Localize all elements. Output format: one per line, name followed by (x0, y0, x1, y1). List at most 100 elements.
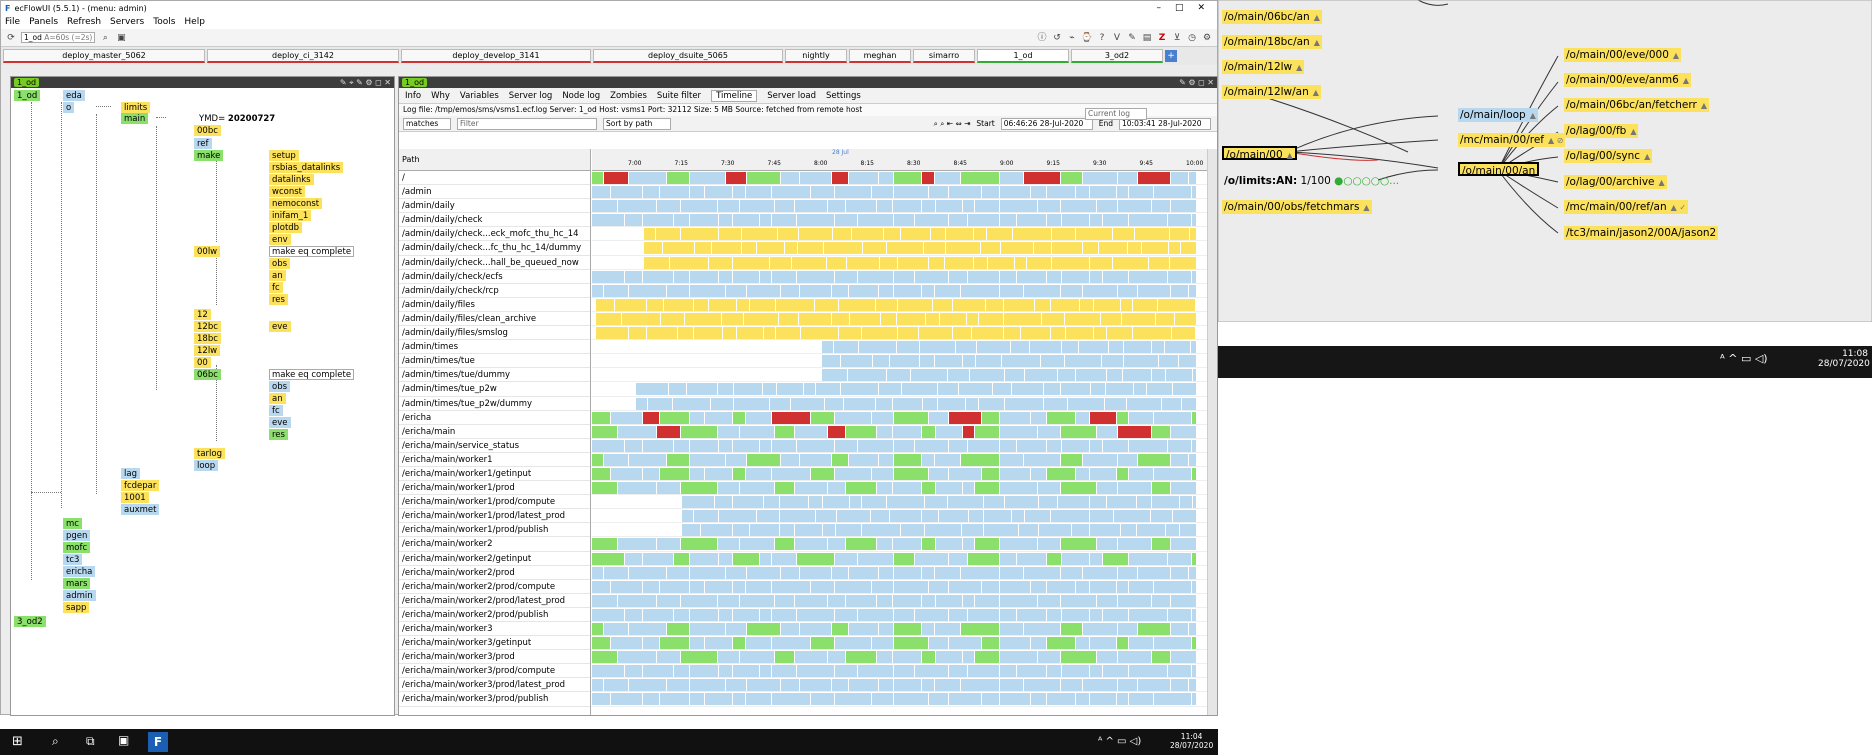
timeline-path-row[interactable]: /ericha/main/worker1 (399, 453, 590, 467)
timeline-path-row[interactable]: /ericha/main/worker3/getinput (399, 636, 590, 651)
timeline-path-row[interactable]: /admin/daily/check...fc_thu_hc_14/dummy (399, 241, 590, 256)
tree-node-fcdepar[interactable]: fcdepar (121, 480, 160, 491)
menu-help[interactable]: Help (184, 17, 205, 27)
graph-node-eve-000[interactable]: /o/main/00/eve/000 ▲ (1564, 48, 1682, 62)
tree-node-obs-2[interactable]: obs (269, 381, 291, 392)
timeline-path-row[interactable]: /admin/times (399, 340, 590, 355)
timeline-path-row[interactable]: /ericha (399, 411, 590, 425)
timeline-path-row[interactable]: /ericha/main/worker1/prod/publish (399, 523, 590, 538)
tree-node-rsbias-datalinks[interactable]: rsbias_datalinks (269, 162, 344, 173)
task-view-icon[interactable]: ⧉ (86, 734, 95, 749)
graph-node-fetchmars[interactable]: /o/main/00/obs/fetchmars ▲ (1222, 200, 1372, 214)
tree-node-pgen[interactable]: pgen (63, 530, 91, 541)
timeline-path-row[interactable]: /ericha/main/worker1/prod/latest_prod (399, 509, 590, 524)
tree-node-obs[interactable]: obs (269, 258, 291, 269)
tab-why[interactable]: Why (431, 91, 450, 101)
question-icon[interactable]: ? (1096, 32, 1108, 44)
tree-node-18bc[interactable]: 18bc (194, 333, 221, 344)
server-tab-deploy-develop[interactable]: deploy_develop_3141 (401, 49, 591, 63)
graph-node-jason2[interactable]: /tc3/main/jason2/00A/jason2 (1564, 226, 1719, 240)
graph-node-18bc-an[interactable]: /o/main/18bc/an ▲ (1222, 35, 1322, 49)
tree-node-fc-2[interactable]: fc (269, 405, 283, 416)
timeline-path-row[interactable]: /admin (399, 185, 590, 200)
timeline-path-row[interactable]: /admin/daily/files/clean_archive (399, 312, 590, 327)
tree-node-fc[interactable]: fc (269, 282, 283, 293)
timeline-path-row[interactable]: /ericha/main/worker2/prod/compute (399, 580, 590, 594)
tree-node-inifam[interactable]: inifam_1 (269, 210, 312, 221)
server-tab-1-od[interactable]: 1_od (977, 49, 1069, 63)
graph-node-eve-anm6[interactable]: /o/main/00/eve/anm6 ▲ (1564, 73, 1691, 87)
tree-node-make-eq-complete-2[interactable]: make eq complete (269, 369, 355, 380)
graph-limit-node[interactable]: /o/limits:AN: 1/100 ●○○○○○... (1222, 174, 1401, 188)
tab-variables[interactable]: Variables (460, 91, 499, 101)
graph-node-fetcherr[interactable]: /o/main/06bc/an/fetcherr ▲ (1564, 98, 1710, 112)
timeline-path-row[interactable]: / (399, 171, 590, 186)
timeline-path-row[interactable]: /ericha/main/worker1/getinput (399, 467, 590, 482)
tree-node-setup[interactable]: setup (269, 150, 299, 161)
tree-node-datalinks[interactable]: datalinks (269, 174, 314, 185)
timeline-path-row[interactable]: /admin/daily/check/ecfs (399, 270, 590, 284)
tree-node-an-2[interactable]: an (269, 393, 286, 404)
zoom-icon[interactable]: ⌕ ⌕ ⇤ ⇔ ⇥ (934, 119, 971, 129)
timeline-panel-controls[interactable]: ✎ ⚙ ◻ ✕ (1179, 78, 1214, 87)
timeline-path-row[interactable]: /admin/daily (399, 199, 590, 214)
tree-node-ericha[interactable]: ericha (63, 566, 96, 577)
server-tab-nightly[interactable]: nightly (785, 49, 847, 63)
matches-select[interactable]: matches (403, 117, 451, 130)
graph-node-main-00[interactable]: /o/main/00 ▲ (1222, 146, 1297, 161)
tree-node-make[interactable]: make (194, 150, 224, 161)
menu-tools[interactable]: Tools (153, 17, 175, 27)
tree-node-limits[interactable]: limits (121, 102, 151, 113)
tree-node-an[interactable]: an (269, 270, 286, 281)
clock-icon[interactable]: ◷ (1186, 32, 1198, 44)
why-icon[interactable]: ↺ (1051, 32, 1063, 44)
tree-node-mars[interactable]: mars (63, 578, 91, 589)
tree-panel-controls[interactable]: ✎ ⌖ ✎ ⚙ ◻ ✕ (340, 78, 391, 88)
timeline-path-row[interactable]: /ericha/main (399, 425, 590, 439)
tree-node-eve[interactable]: eve (269, 321, 291, 332)
timeline-path-row[interactable]: /admin/times/tue_p2w (399, 382, 590, 397)
maximize-button[interactable]: □ (1175, 3, 1184, 13)
tree-node-auxmet[interactable]: auxmet (121, 504, 160, 515)
tree-node-06bc[interactable]: 06bc (194, 369, 221, 380)
tree-node-mc[interactable]: mc (63, 518, 82, 529)
edit-icon[interactable]: ✎ (1126, 32, 1138, 44)
trigger-icon[interactable]: ⌁ (1066, 32, 1078, 44)
tree-node-plotdb[interactable]: plotdb (269, 222, 303, 233)
start-time-field[interactable]: 06:46:26 28-Jul-2020 (1000, 117, 1093, 130)
menu-panels[interactable]: Panels (29, 17, 58, 27)
timeline-path-row[interactable]: /ericha/main/worker3/prod (399, 650, 590, 665)
tree-node-12[interactable]: 12 (194, 309, 211, 320)
tree-node-1001[interactable]: 1001 (121, 492, 149, 503)
tab-server-log[interactable]: Server log (509, 91, 553, 101)
vertical-scrollbar[interactable] (1207, 149, 1217, 715)
tree-node-loop[interactable]: loop (194, 460, 219, 471)
tree-node-sapp[interactable]: sapp (63, 602, 90, 613)
timeline-path-row[interactable]: /admin/times/tue_p2w/dummy (399, 397, 590, 411)
tree-node-res[interactable]: res (269, 294, 288, 305)
menu-servers[interactable]: Servers (110, 17, 144, 27)
timeline-path-row[interactable]: /ericha/main/worker3/prod/publish (399, 692, 590, 707)
tree-node-env[interactable]: env (269, 234, 291, 245)
timeline-path-row[interactable]: /ericha/main/worker2/prod/latest_prod (399, 594, 590, 608)
tree-node-tc3[interactable]: tc3 (63, 554, 83, 565)
graph-node-mc-ref-an[interactable]: /mc/main/00/ref/an ▲ ✓ (1564, 200, 1689, 214)
graph-node-mc-ref[interactable]: /mc/main/00/ref ▲ ⊘ (1458, 133, 1566, 147)
variables-icon[interactable]: V (1111, 32, 1123, 44)
server-tab-simarro[interactable]: simarro (913, 49, 975, 63)
tree-node-make-eq-complete[interactable]: make eq complete (269, 246, 355, 257)
tree-node-admin[interactable]: admin (63, 590, 96, 601)
menu-file[interactable]: File (5, 17, 20, 27)
timeline-path-row[interactable]: /admin/daily/check/rcp (399, 284, 590, 298)
tree-node-00[interactable]: 00 (194, 357, 211, 368)
tree-node-eve-2[interactable]: eve (269, 417, 291, 428)
graph-node-00-an[interactable]: /o/main/00/an (1458, 162, 1540, 177)
timeline-path-row[interactable]: /admin/times/tue (399, 354, 590, 369)
tree-node-o[interactable]: o (63, 102, 75, 113)
timeline-path-row[interactable]: /ericha/main/worker2/getinput (399, 552, 590, 566)
graph-node-12lw[interactable]: /o/main/12lw ▲ (1222, 60, 1305, 74)
graph-node-12lw-an[interactable]: /o/main/12lw/an ▲ (1222, 85, 1321, 99)
timeline-path-row[interactable]: /admin/daily/check (399, 213, 590, 228)
server-tab-3-od2[interactable]: 3_od2 (1071, 49, 1163, 63)
graph-node-lag-archive[interactable]: /o/lag/00/archive ▲ (1564, 175, 1667, 189)
